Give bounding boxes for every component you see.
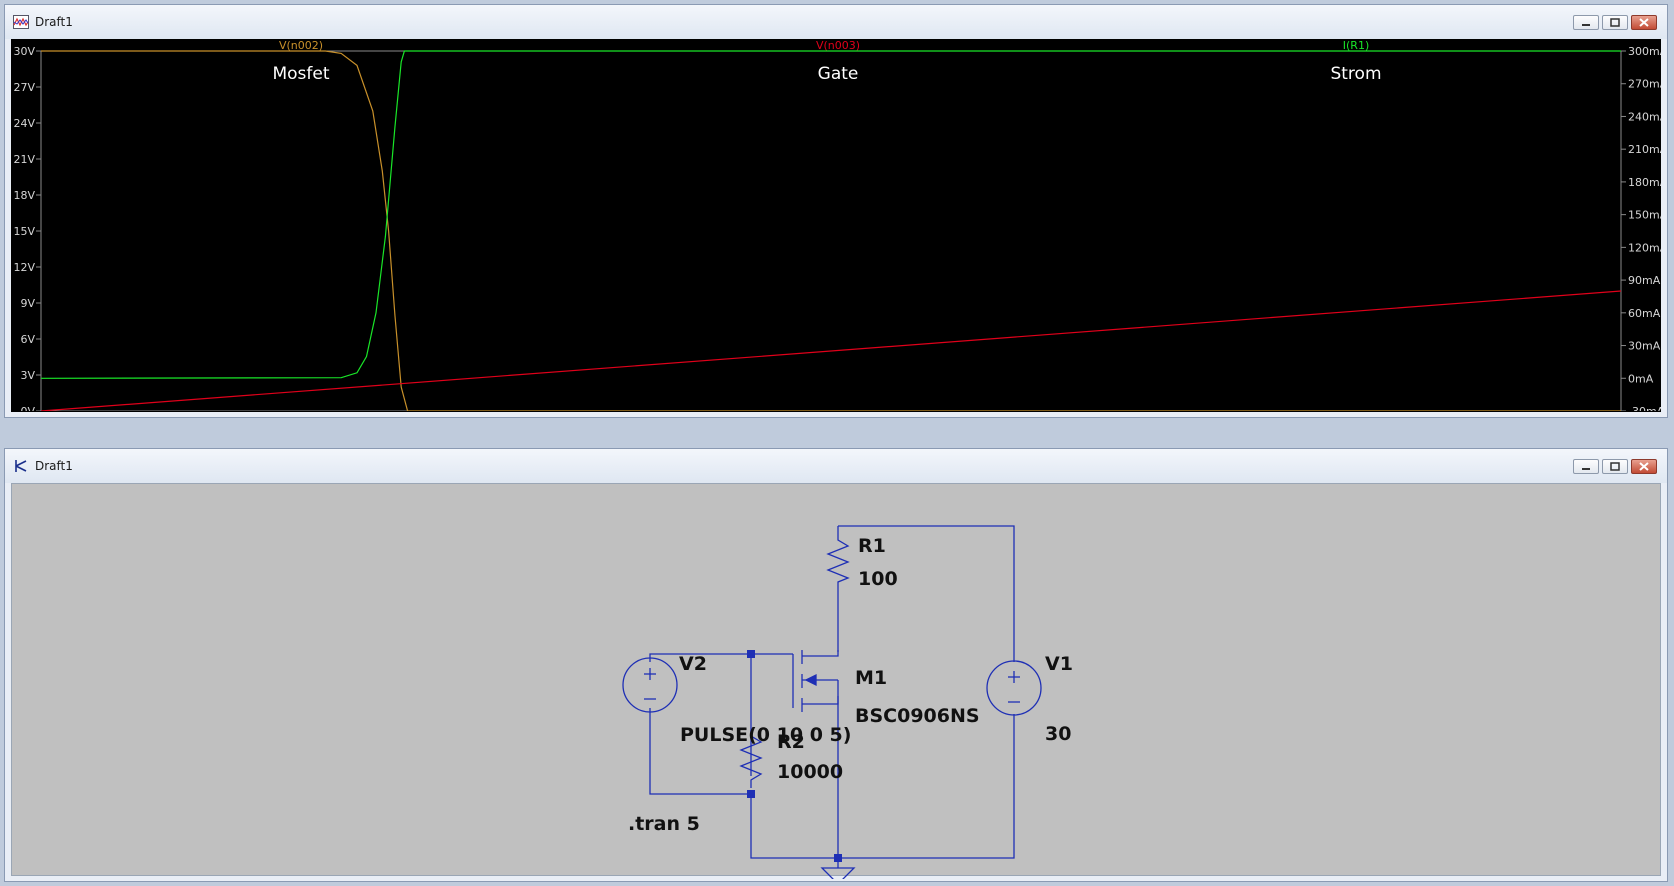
v1-name-label[interactable]: V1 (1045, 653, 1073, 675)
m1-mosfet-symbol[interactable] (792, 650, 839, 712)
waveform-plot-area[interactable]: 30V 27V 24V 21V 18V 15V 12V 9V 6V 3V 0V 300mA 270mA 2… (11, 39, 1668, 430)
schematic-window-title: Draft1 (35, 459, 73, 473)
restore-icon (1610, 18, 1620, 27)
right-axis-tick-label: 60mA (1628, 307, 1661, 320)
trace-header-label: I(R1) (1343, 39, 1369, 52)
right-axis-tick-label: 300mA (1628, 45, 1661, 58)
right-axis-tick-label: 120mA (1628, 241, 1661, 254)
schematic-canvas[interactable]: R1 100 R2 10000 M1 BSC0906NS V1 30 V2 PU… (11, 483, 1662, 885)
v1-value-label[interactable]: 30 (1045, 723, 1071, 745)
left-axis-tick-label: 27V (13, 81, 35, 94)
v1-voltage-source-symbol[interactable] (986, 660, 1042, 716)
waveform-titlebar[interactable]: Draft1 (5, 5, 1667, 39)
trace-annotation: Mosfet (272, 64, 329, 84)
junction-dots (747, 650, 842, 862)
wire-v2-bottom (649, 708, 751, 795)
left-axis-tick-label: 0V (20, 405, 35, 411)
left-axis-tick-label: 3V (20, 369, 35, 382)
v2-value-label[interactable]: PULSE(0 10 0 5) (680, 724, 851, 746)
restore-icon (1610, 462, 1620, 471)
close-button[interactable] (1631, 15, 1657, 30)
left-axis-tick-label: 24V (13, 117, 35, 130)
r2-value-label[interactable]: 10000 (777, 761, 843, 783)
right-axis-tick-label: 30mA (1628, 340, 1661, 353)
minimize-icon (1582, 468, 1590, 470)
restore-button[interactable] (1602, 459, 1628, 474)
schematic-titlebar[interactable]: Draft1 (5, 449, 1667, 483)
plot-frame (40, 50, 1622, 412)
r1-name-label[interactable]: R1 (858, 535, 886, 557)
schematic-window: Draft1 R1 100 R2 10000 M1 BSC0906NS V1 3… (4, 448, 1668, 885)
trace-header-label: V(n002) (279, 39, 323, 52)
close-icon (1639, 462, 1649, 471)
left-axis-tick-label: 12V (13, 261, 35, 274)
left-axis-tick-label: 18V (13, 189, 35, 202)
right-axis-tick-label: 270mA (1628, 78, 1661, 91)
trace-header-label: V(n003) (816, 39, 860, 52)
trace-line-vn003 (40, 290, 1622, 412)
waveform-window: Draft1 30V 27V 24V 21V 18V 15V 12V 9V 6V 3V 0V 300m… (4, 4, 1668, 430)
close-button[interactable] (1631, 459, 1657, 474)
tran-directive[interactable]: .tran 5 (628, 813, 700, 835)
right-axis-tick-label: 0mA (1628, 372, 1654, 385)
v2-name-label[interactable]: V2 (679, 653, 707, 675)
right-axis-tick-label: 90mA (1628, 274, 1661, 287)
waveform-window-title: Draft1 (35, 15, 73, 29)
left-axis-tick-label: 9V (20, 297, 35, 310)
trace-annotation: Gate (818, 64, 859, 84)
v2-voltage-source-symbol[interactable] (622, 657, 678, 713)
minimize-button[interactable] (1573, 459, 1599, 474)
right-axis-tick-label: 210mA (1628, 143, 1661, 156)
r1-value-label[interactable]: 100 (858, 568, 898, 590)
left-axis-tick-label: 15V (13, 225, 35, 238)
right-axis-tick-label: -30mA (1628, 405, 1661, 411)
m1-model-label[interactable]: BSC0906NS (855, 705, 980, 727)
wire-r2-ground (750, 794, 838, 859)
junction-dot (834, 854, 842, 862)
left-axis-tick-label: 6V (20, 333, 35, 346)
trace-line-vn002 (41, 50, 1621, 412)
r1-resistor-symbol[interactable] (826, 534, 850, 586)
minimize-button[interactable] (1573, 15, 1599, 30)
waveform-app-icon (13, 15, 29, 29)
right-axis-tick-label: 240mA (1628, 110, 1661, 123)
junction-dot (747, 650, 755, 658)
trace-annotation: Strom (1330, 64, 1381, 84)
schematic-drawing[interactable]: R1 100 R2 10000 M1 BSC0906NS V1 30 V2 PU… (12, 484, 1662, 885)
right-axis-tick-label: 180mA (1628, 176, 1661, 189)
minimize-icon (1582, 24, 1590, 26)
m1-name-label[interactable]: M1 (855, 667, 887, 689)
waveform-plot[interactable]: 30V 27V 24V 21V 18V 15V 12V 9V 6V 3V 0V 300mA 270mA 2… (11, 39, 1667, 430)
junction-dot (747, 790, 755, 798)
schematic-app-icon (15, 460, 27, 472)
right-axis-tick-label: 150mA (1628, 209, 1661, 222)
restore-button[interactable] (1602, 15, 1628, 30)
left-axis-tick-label: 21V (13, 153, 35, 166)
schematic-wires (649, 525, 1015, 859)
trace-line-ir1 (40, 50, 1621, 379)
left-axis-tick-label: 30V (13, 45, 35, 58)
close-icon (1639, 18, 1649, 27)
